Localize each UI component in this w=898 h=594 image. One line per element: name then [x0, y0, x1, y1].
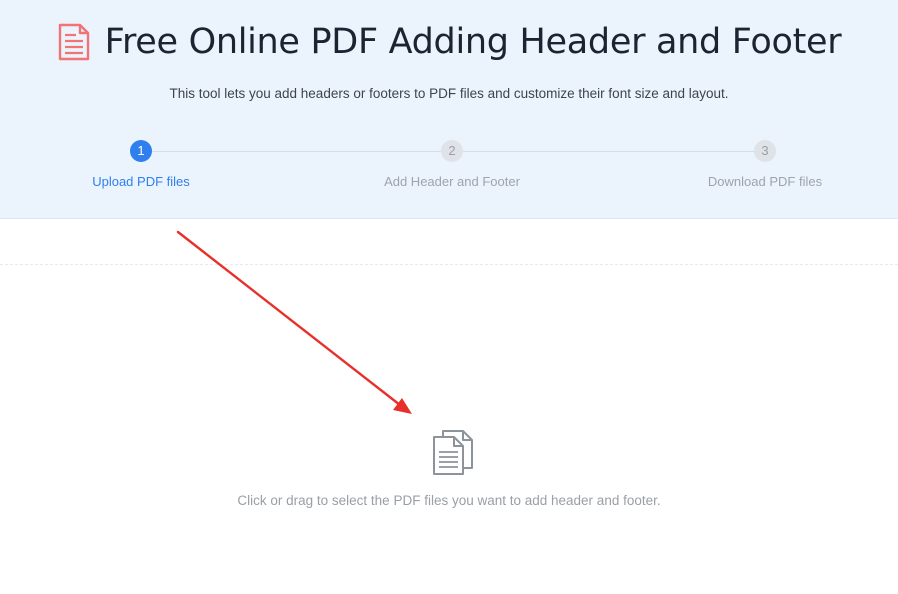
step-label: Upload PDF files — [92, 174, 190, 189]
step-number-badge: 2 — [441, 140, 463, 162]
step-number-badge: 1 — [130, 140, 152, 162]
page-title: Free Online PDF Adding Header and Footer — [104, 22, 842, 62]
step-label: Download PDF files — [707, 174, 823, 189]
pdf-document-icon — [58, 23, 89, 61]
page: Free Online PDF Adding Header and Footer… — [0, 0, 898, 594]
step-download: 3 Download PDF files — [665, 140, 865, 189]
file-upload-dropzone[interactable] — [0, 219, 898, 594]
upload-hint-text[interactable]: Click or drag to select the PDF files yo… — [0, 493, 898, 508]
step-upload: 1 Upload PDF files — [41, 140, 241, 189]
step-add-header-footer: 2 Add Header and Footer — [352, 140, 552, 189]
page-subtitle: This tool lets you add headers or footer… — [169, 86, 729, 101]
title-row: Free Online PDF Adding Header and Footer — [0, 18, 898, 66]
step-label: Add Header and Footer — [384, 174, 520, 189]
step-number-badge: 3 — [754, 140, 776, 162]
files-icon[interactable] — [431, 428, 475, 476]
hero-header: Free Online PDF Adding Header and Footer… — [0, 0, 898, 219]
